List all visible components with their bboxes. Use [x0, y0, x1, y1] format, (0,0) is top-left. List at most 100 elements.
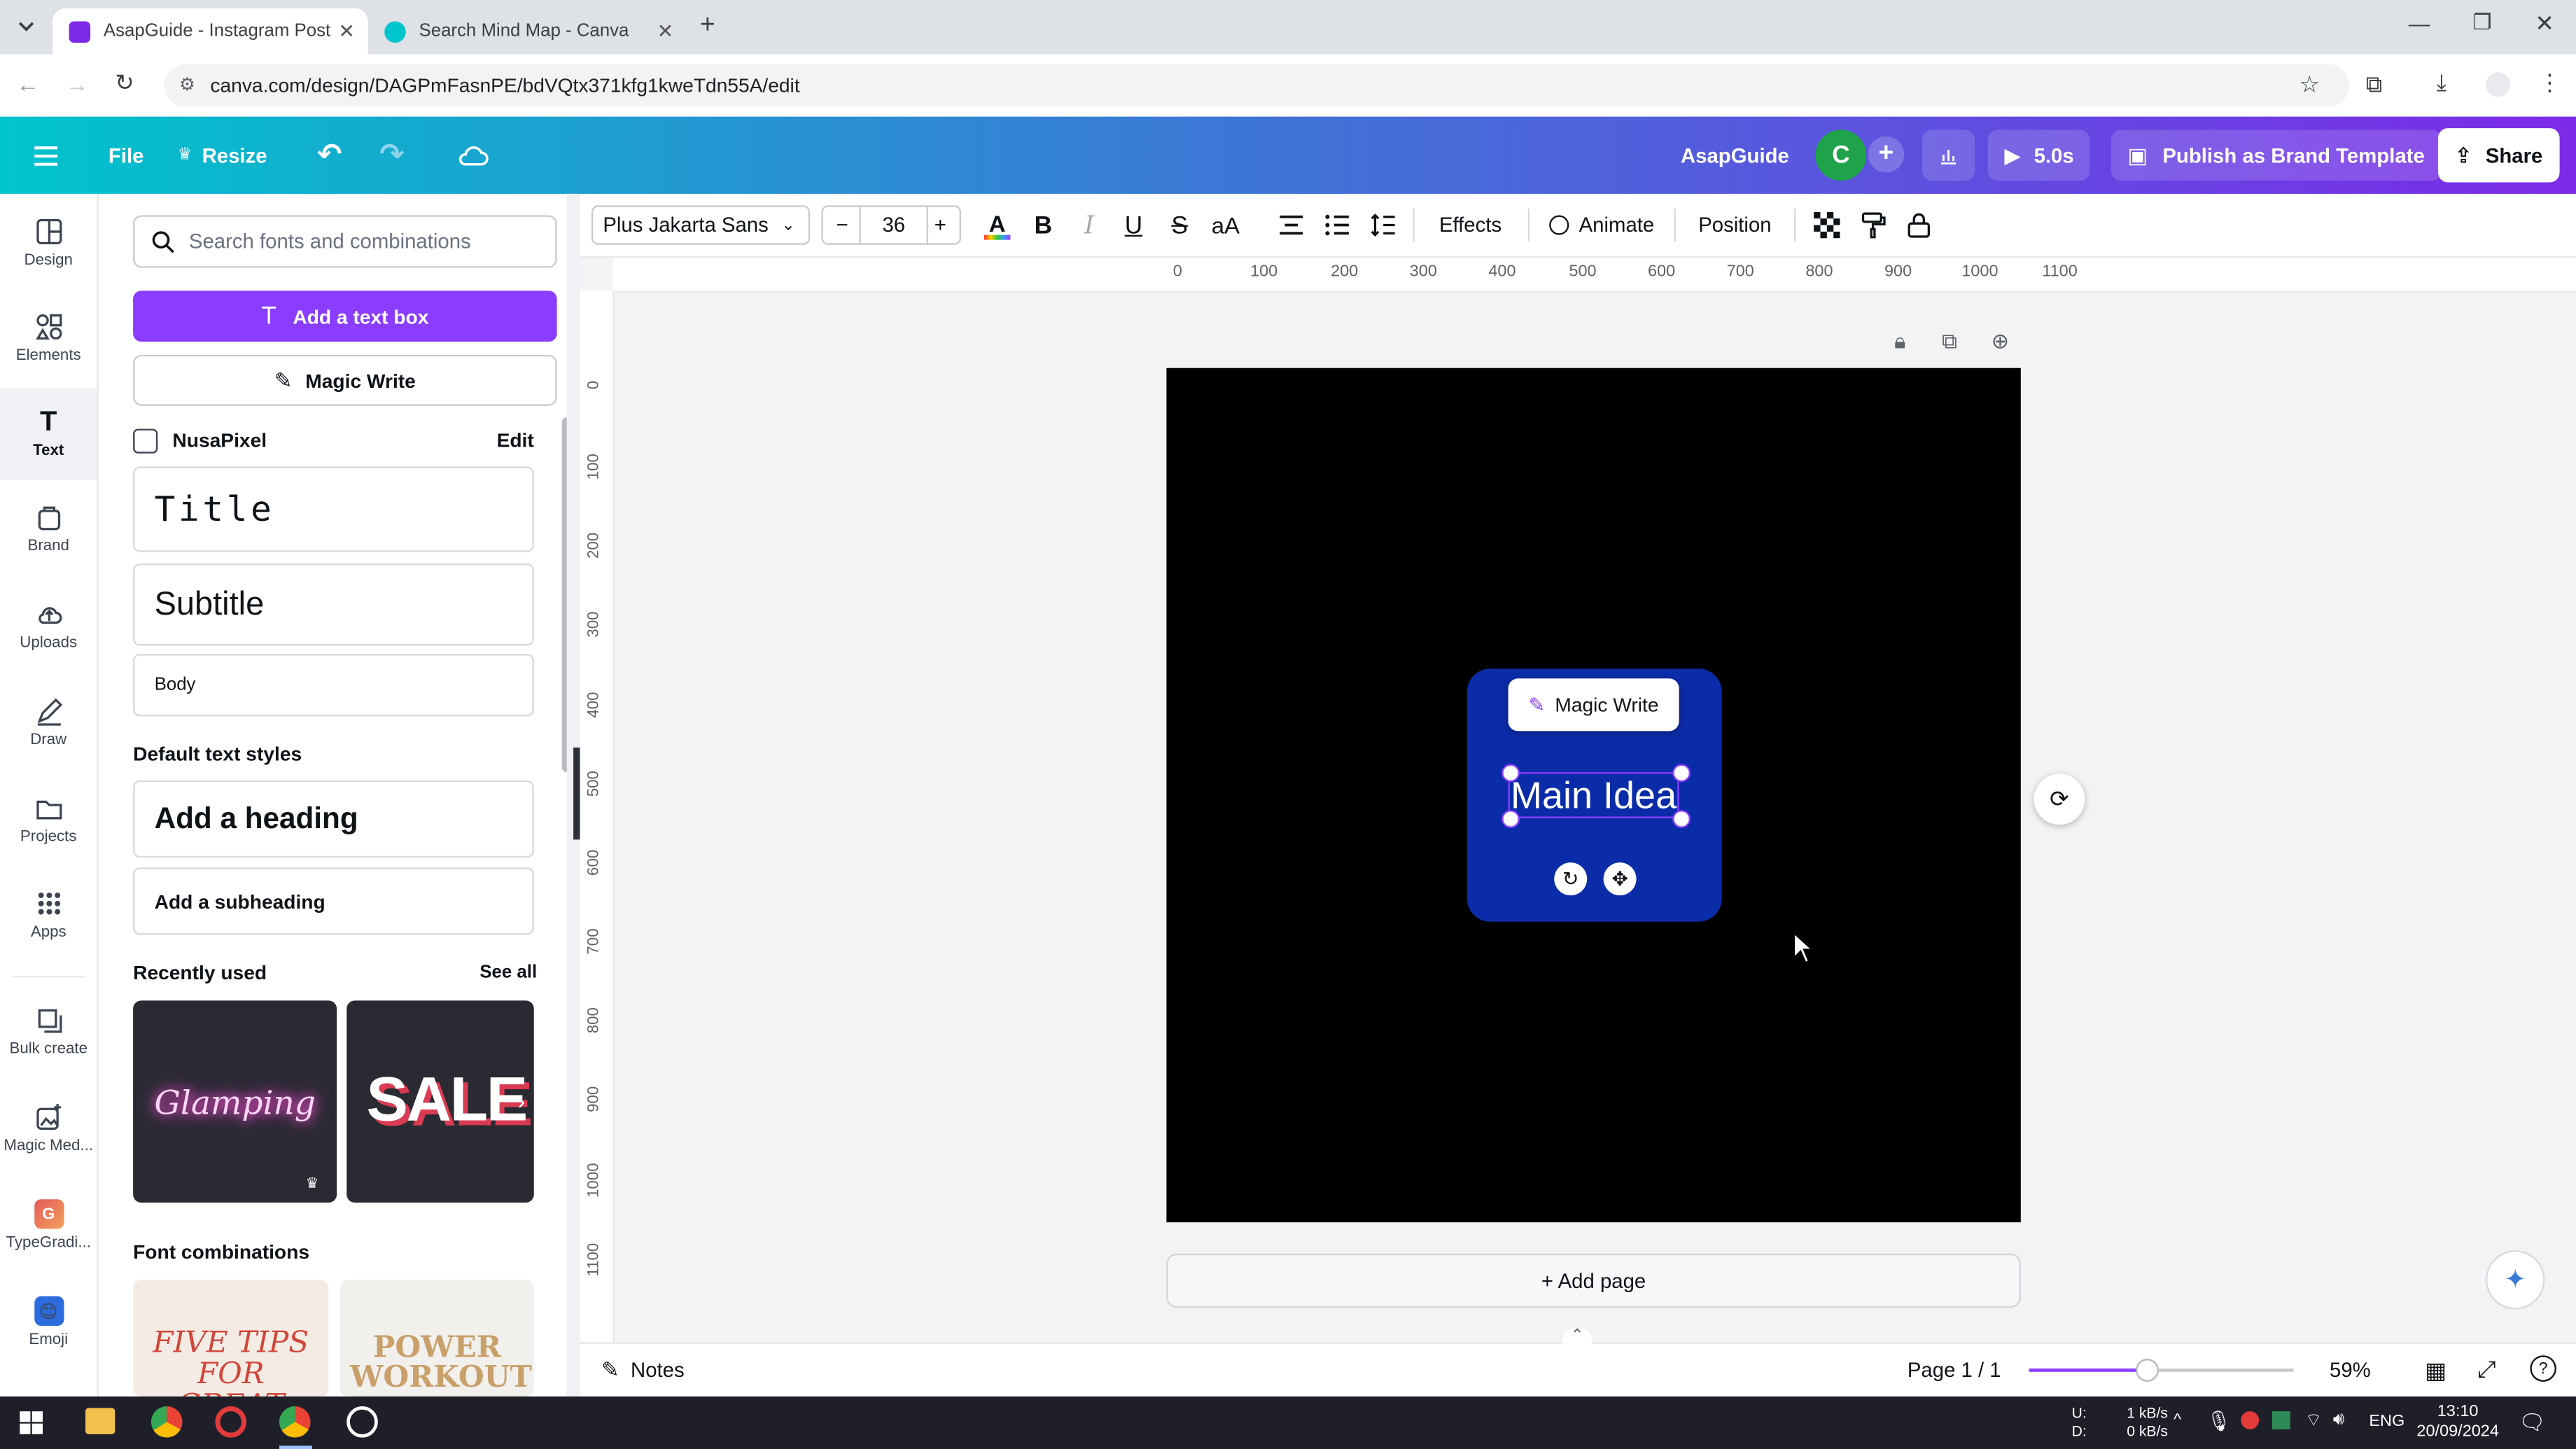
- close-window-icon[interactable]: ✕: [2535, 10, 2554, 38]
- tab-search-mind-map[interactable]: Search Mind Map - Canva ✕: [368, 8, 687, 55]
- rail-item-magic-media[interactable]: Magic Med...: [0, 1083, 97, 1175]
- list-icon[interactable]: [1322, 205, 1352, 244]
- resize-handle[interactable]: [1672, 810, 1691, 828]
- font-search-input[interactable]: Search fonts and combinations: [133, 215, 557, 268]
- paint-format-icon[interactable]: [1858, 205, 1887, 244]
- chrome-icon[interactable]: [150, 1406, 183, 1438]
- undo-icon[interactable]: ↶: [317, 130, 342, 181]
- recording-app-icon[interactable]: [346, 1406, 378, 1438]
- carousel-next-icon[interactable]: ›: [517, 1088, 525, 1114]
- grid-view-icon[interactable]: ▦: [2425, 1357, 2446, 1385]
- rail-item-text[interactable]: T Text: [0, 387, 97, 480]
- download-icon[interactable]: ⤓: [2437, 69, 2447, 97]
- add-subheading-style[interactable]: Add a subheading: [133, 867, 534, 935]
- language-indicator[interactable]: ENG: [2369, 1413, 2404, 1431]
- minimize-icon[interactable]: —: [2409, 11, 2430, 36]
- recent-template-sale[interactable]: SALE: [346, 1000, 534, 1203]
- volume-icon[interactable]: 🔊︎: [2333, 1410, 2344, 1432]
- underline-icon[interactable]: U: [1121, 205, 1147, 244]
- notes-button[interactable]: ✎ Notes: [601, 1357, 685, 1384]
- opera-icon[interactable]: [215, 1406, 247, 1438]
- rail-item-apps[interactable]: Apps: [0, 869, 97, 961]
- publish-brand-template-button[interactable]: ▣ Publish as Brand Template: [2110, 130, 2442, 181]
- magic-assistant-icon[interactable]: ✦: [2486, 1250, 2545, 1310]
- add-page-button[interactable]: + Add page: [1166, 1253, 2021, 1308]
- zoom-level[interactable]: 59%: [2330, 1359, 2371, 1382]
- restore-icon[interactable]: ❐: [2472, 10, 2491, 36]
- recent-template-glamping[interactable]: Glamping ♛: [133, 1000, 337, 1203]
- forward-icon[interactable]: →: [66, 71, 89, 97]
- rotate-icon[interactable]: ↻: [1554, 862, 1588, 896]
- cloud-saved-icon[interactable]: [456, 130, 489, 181]
- bold-icon[interactable]: B: [1030, 205, 1057, 244]
- text-color-icon[interactable]: A: [983, 205, 1012, 244]
- resize-handle[interactable]: [1502, 764, 1520, 783]
- align-center-icon[interactable]: [1277, 205, 1306, 244]
- tray-app-icon[interactable]: [2241, 1411, 2260, 1429]
- see-all-link[interactable]: See all: [479, 962, 537, 982]
- add-page-icon[interactable]: ⊕: [1991, 328, 2010, 355]
- wifi-icon[interactable]: ⌔: [2305, 1410, 2322, 1433]
- avatar[interactable]: C: [1815, 130, 1867, 181]
- reload-icon[interactable]: ↻: [115, 69, 134, 97]
- insights-icon[interactable]: [1921, 130, 1975, 181]
- add-collaborator-icon[interactable]: +: [1868, 136, 1905, 173]
- rail-item-emoji[interactable]: 😊 Emoji: [0, 1277, 97, 1368]
- new-tab-icon[interactable]: +: [700, 11, 715, 41]
- fullscreen-icon[interactable]: ⤢: [2477, 1355, 2496, 1383]
- lock-page-icon[interactable]: 🔒︎: [1894, 328, 1905, 355]
- rail-item-bulk-create[interactable]: Bulk create: [0, 986, 97, 1077]
- brand-title-style[interactable]: Title: [133, 466, 534, 552]
- rail-item-draw[interactable]: Draw: [0, 677, 97, 769]
- rail-item-typegradient[interactable]: G TypeGradi...: [0, 1180, 97, 1271]
- resize-handle[interactable]: [1672, 764, 1691, 783]
- decrease-font-icon[interactable]: −: [836, 214, 848, 237]
- rail-item-projects[interactable]: Projects: [0, 774, 97, 865]
- play-button[interactable]: ▶ 5.0s: [1987, 130, 2091, 181]
- back-icon[interactable]: ←: [16, 71, 39, 97]
- redo-icon[interactable]: ↷: [379, 130, 404, 181]
- page-indicator[interactable]: Page 1 / 1: [1907, 1359, 2001, 1382]
- resize-handle[interactable]: [1502, 810, 1520, 828]
- zoom-slider-thumb[interactable]: [2136, 1358, 2160, 1382]
- increase-font-icon[interactable]: +: [934, 214, 946, 237]
- resize-button[interactable]: ♛ Resize: [177, 130, 267, 181]
- effects-button[interactable]: Effects: [1426, 205, 1515, 244]
- file-explorer-icon[interactable]: [85, 1408, 115, 1434]
- brand-name[interactable]: AsapGuide: [1681, 130, 1789, 181]
- file-menu-button[interactable]: File: [108, 130, 144, 181]
- tab-list-chevron-icon[interactable]: [13, 13, 40, 40]
- main-menu-icon[interactable]: [29, 130, 62, 181]
- brand-body-style[interactable]: Body: [133, 654, 534, 717]
- clock[interactable]: 13:10 20/09/2024: [2416, 1403, 2498, 1442]
- chrome-active-icon[interactable]: [279, 1406, 311, 1438]
- transparency-icon[interactable]: [1812, 205, 1842, 244]
- windows-start-icon[interactable]: [20, 1411, 43, 1434]
- site-info-icon[interactable]: ⚙: [179, 74, 195, 95]
- brand-subtitle-style[interactable]: Subtitle: [133, 564, 534, 646]
- tray-app-icon[interactable]: [2272, 1411, 2290, 1429]
- notifications-icon[interactable]: 🗨︎: [2519, 1410, 2546, 1436]
- profile-avatar[interactable]: [2486, 72, 2511, 97]
- font-size-stepper[interactable]: − 36 +: [821, 205, 961, 245]
- extensions-icon[interactable]: ⧉: [2366, 71, 2382, 99]
- close-tab-icon[interactable]: ✕: [338, 20, 355, 43]
- tab-asapguide[interactable]: AsapGuide - Instagram Post ✕: [52, 8, 368, 55]
- font-combo-power-workout[interactable]: POWER WORKOUT: [340, 1280, 534, 1396]
- tray-overflow-icon[interactable]: ^: [2174, 1411, 2181, 1429]
- rail-item-uploads[interactable]: Uploads: [0, 580, 97, 671]
- magic-write-bubble[interactable]: ✎ Magic Write: [1508, 678, 1679, 732]
- font-size-input[interactable]: 36: [859, 205, 929, 245]
- bookmark-star-icon[interactable]: ☆: [2299, 71, 2319, 99]
- font-combo-five-tips[interactable]: FIVE TIPS FOR GREAT: [133, 1280, 329, 1396]
- duplicate-page-icon[interactable]: ⧉: [1942, 328, 1957, 355]
- rail-item-design[interactable]: Design: [0, 197, 97, 289]
- expand-pages-icon[interactable]: ⌃: [1562, 1327, 1592, 1345]
- strikethrough-icon[interactable]: S: [1166, 205, 1193, 244]
- main-idea-text[interactable]: Main Idea: [1508, 772, 1679, 818]
- rail-item-elements[interactable]: Elements: [0, 293, 97, 384]
- animate-button[interactable]: Animate: [1544, 205, 1659, 244]
- add-heading-style[interactable]: Add a heading: [133, 780, 534, 858]
- help-icon[interactable]: ?: [2530, 1355, 2556, 1382]
- close-tab-icon[interactable]: ✕: [657, 20, 674, 43]
